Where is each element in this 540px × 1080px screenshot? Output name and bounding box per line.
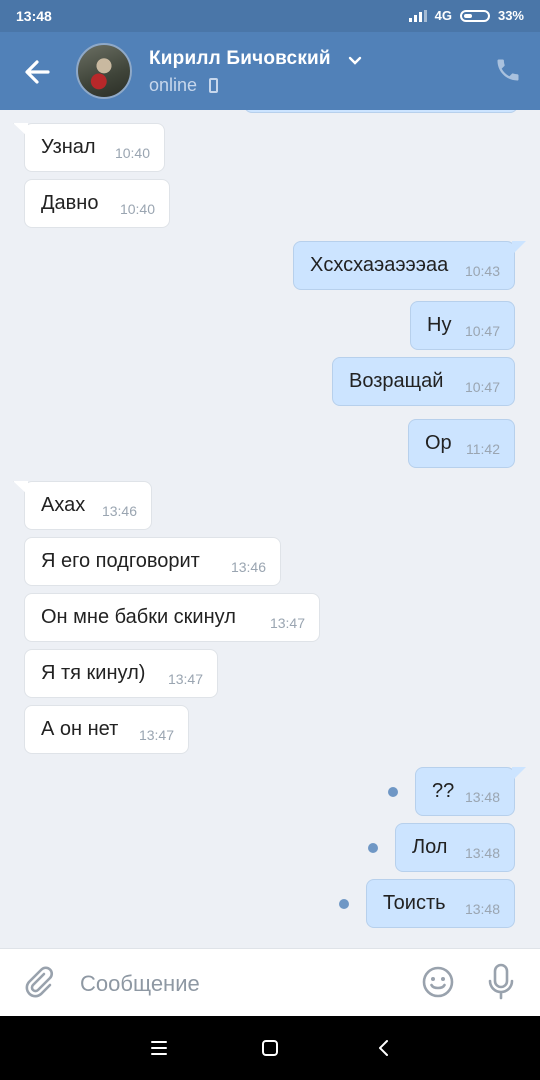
network-type: 4G xyxy=(434,8,452,23)
battery-icon xyxy=(459,9,490,22)
message-time: 11:42 xyxy=(466,441,500,457)
outgoing-message[interactable]: Хсхсхаэаэээаа 10:43 xyxy=(293,241,526,290)
status-time: 13:48 xyxy=(16,8,52,24)
bubble-tail xyxy=(13,123,28,137)
message-time: 10:47 xyxy=(464,379,500,395)
avatar[interactable] xyxy=(76,43,132,99)
mobile-device-icon xyxy=(209,78,218,93)
message-time: 13:48 xyxy=(464,789,500,805)
message-text: Узнал xyxy=(41,136,96,158)
message-time: 13:47 xyxy=(269,615,305,631)
message-text: Ахах xyxy=(41,494,86,516)
bubble-tail xyxy=(512,767,526,781)
message-text: ?? xyxy=(432,780,455,802)
status-indicators: 4G 33% xyxy=(408,8,524,23)
message-time: 13:48 xyxy=(464,845,500,861)
message-time: 10:47 xyxy=(464,323,500,339)
microphone-icon[interactable] xyxy=(486,963,516,1001)
message-text: Лол xyxy=(412,836,448,858)
unread-dot xyxy=(339,899,349,909)
message-text: Ну xyxy=(427,314,452,336)
message-time: 10:43 xyxy=(464,263,500,279)
arrow-left-icon[interactable] xyxy=(18,52,58,92)
outgoing-message[interactable]: Ор 11:42 xyxy=(408,419,515,468)
message-text: Давно xyxy=(41,192,99,214)
outgoing-message[interactable]: Возращай 10:47 xyxy=(332,357,515,406)
outgoing-message[interactable]: Лол 13:48 xyxy=(395,823,515,872)
message-time: 10:40 xyxy=(114,145,150,161)
message-time: 13:48 xyxy=(464,901,500,917)
chevron-down-icon[interactable] xyxy=(348,56,362,66)
message-list[interactable]: Узнал 10:40 Давно 10:40 Хсхсхаэаэээаа 10:43 Ну… xyxy=(0,110,540,948)
message-time: 10:40 xyxy=(119,201,155,217)
outgoing-message[interactable]: ?? 13:48 xyxy=(415,767,526,816)
battery-level: 33% xyxy=(497,8,524,23)
message-composer xyxy=(0,948,540,1016)
menu-icon[interactable] xyxy=(145,1034,173,1062)
message-text: Тоисть xyxy=(383,892,446,914)
paperclip-icon[interactable] xyxy=(22,965,56,999)
incoming-message[interactable]: Давно 10:40 xyxy=(24,179,170,228)
message-text: Я его подговорит xyxy=(41,550,200,572)
message-text: А он нет xyxy=(41,718,119,740)
incoming-message[interactable]: Ахах 13:46 xyxy=(13,481,152,530)
message-time: 13:47 xyxy=(138,727,174,743)
message-text: Хсхсхаэаэээаа xyxy=(310,254,449,276)
unread-dot xyxy=(388,787,398,797)
signal-icon xyxy=(408,9,427,22)
message-text: Ор xyxy=(425,432,452,454)
message-bubble-partial xyxy=(244,110,518,113)
status-bar: 13:48 4G 33% xyxy=(0,0,540,32)
incoming-message[interactable]: Узнал 10:40 xyxy=(13,123,165,172)
incoming-message[interactable]: Я тя кинул) 13:47 xyxy=(24,649,218,698)
bubble-tail xyxy=(13,481,28,495)
chat-header: Кирилл Бичовский online xyxy=(0,32,540,110)
square-icon[interactable] xyxy=(256,1034,284,1062)
incoming-message[interactable]: Я его подговорит 13:46 xyxy=(24,537,281,586)
incoming-message[interactable]: Он мне бабки скинул 13:47 xyxy=(24,593,320,642)
message-time: 13:46 xyxy=(230,559,266,575)
chevron-left-icon[interactable] xyxy=(370,1034,398,1062)
incoming-message[interactable]: А он нет 13:47 xyxy=(24,705,189,754)
smile-icon[interactable] xyxy=(421,965,455,999)
contact-name[interactable]: Кирилл Бичовский xyxy=(149,48,331,70)
message-text: Я тя кинул) xyxy=(41,662,146,684)
phone-icon[interactable] xyxy=(494,56,522,84)
outgoing-message[interactable]: Ну 10:47 xyxy=(410,301,515,350)
unread-dot xyxy=(368,843,378,853)
contact-status: online xyxy=(149,75,198,95)
message-time: 13:47 xyxy=(167,671,203,687)
message-text: Он мне бабки скинул xyxy=(41,606,236,628)
system-nav-bar xyxy=(0,1016,540,1080)
message-input[interactable] xyxy=(78,965,402,1003)
outgoing-message[interactable]: Тоисть 13:48 xyxy=(366,879,515,928)
bubble-tail xyxy=(512,241,526,255)
message-text: Возращай xyxy=(349,370,444,392)
message-time: 13:46 xyxy=(101,503,137,519)
